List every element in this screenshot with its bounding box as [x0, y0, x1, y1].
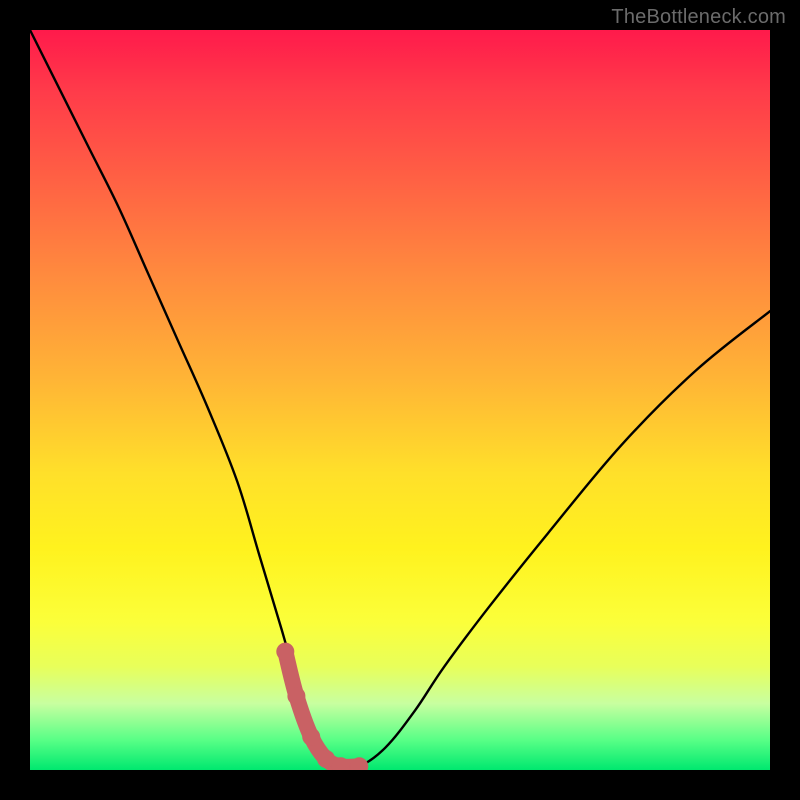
chart-plot-area [30, 30, 770, 770]
watermark-text: TheBottleneck.com [611, 6, 786, 29]
bottleneck-curve [30, 30, 770, 768]
highlight-dot [302, 728, 320, 746]
highlight-region [276, 643, 368, 770]
highlight-dot [276, 643, 294, 661]
chart-svg [30, 30, 770, 770]
chart-frame: TheBottleneck.com [0, 0, 800, 800]
highlight-dot [287, 687, 305, 705]
